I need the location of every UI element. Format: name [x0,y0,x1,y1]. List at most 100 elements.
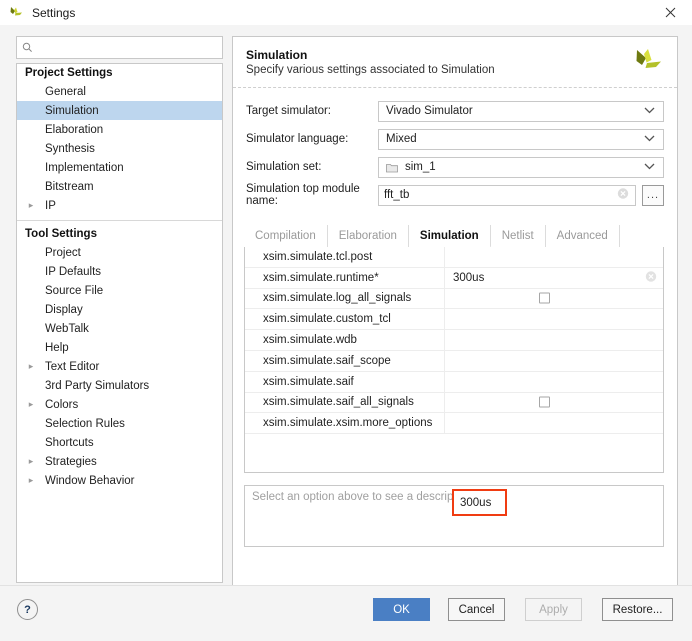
field-target-simulator: Target simulator: Vivado Simulator [246,100,664,122]
simulator-language-dropdown[interactable]: Mixed [378,128,664,150]
simulation-set-dropdown[interactable]: sim_1 [378,156,664,178]
chevron-right-icon: ▸ [25,181,37,192]
table-row[interactable]: xsim.simulate.saif [245,371,663,393]
property-value-cell[interactable] [444,309,663,330]
sidebar-item-label: WebTalk [45,322,89,335]
table-row[interactable]: xsim.simulate.saif_all_signals [245,392,663,414]
log-all-signals-checkbox[interactable] [539,292,550,304]
sidebar-item-text-editor[interactable]: ▸ Text Editor [17,357,222,376]
ok-button[interactable]: OK [373,598,430,621]
chevron-right-icon: ▸ [25,304,37,315]
clear-circle-icon[interactable] [617,188,629,203]
property-value-cell[interactable]: 300us [444,267,663,288]
sidebar-item-webtalk[interactable]: ▸ WebTalk [17,319,222,338]
sidebar-item-colors[interactable]: ▸ Colors [17,395,222,414]
tab-compilation[interactable]: Compilation [244,225,328,247]
sidebar-item-bitstream[interactable]: ▸ Bitstream [17,177,222,196]
chevron-right-icon[interactable]: ▸ [25,200,37,211]
table-row[interactable]: xsim.simulate.runtime* 300us [245,267,663,289]
sidebar-item-label: Implementation [45,161,124,174]
chevron-right-icon[interactable]: ▸ [25,361,37,372]
property-value-cell[interactable] [444,413,663,434]
sidebar-item-elaboration[interactable]: ▸ Elaboration [17,120,222,139]
panel-subtitle: Specify various settings associated to S… [246,64,495,76]
saif-all-signals-checkbox[interactable] [539,396,550,408]
sidebar-item-shortcuts[interactable]: ▸ Shortcuts [17,433,222,452]
sidebar-item-source-file[interactable]: ▸ Source File [17,281,222,300]
sidebar-item-help[interactable]: ▸ Help [17,338,222,357]
property-value-cell[interactable] [444,392,663,413]
tree-group-project-settings: Project Settings [25,67,113,79]
property-name: xsim.simulate.saif_scope [263,354,391,367]
chevron-right-icon: ▸ [25,247,37,258]
sidebar-item-selection-rules[interactable]: ▸ Selection Rules [17,414,222,433]
chevron-right-icon: ▸ [25,418,37,429]
target-simulator-value: Vivado Simulator [386,105,473,117]
tab-netlist[interactable]: Netlist [491,225,546,247]
sidebar-item-label: Strategies [45,455,97,468]
sidebar-item-label: Bitstream [45,180,94,193]
table-row[interactable]: xsim.simulate.wdb [245,330,663,351]
simulation-top-module-input[interactable]: fft_tb [378,184,636,206]
settings-sidebar: Project Settings ▸ General ▸ Simulation … [16,36,223,585]
chevron-right-icon[interactable]: ▸ [25,475,37,486]
tree-divider [17,220,222,221]
simulation-top-module-value: fft_tb [384,189,410,201]
description-text: Select an option above to see a descript… [252,491,494,503]
tab-elaboration[interactable]: Elaboration [328,225,409,247]
sidebar-item-window-behavior[interactable]: ▸ Window Behavior [17,471,222,490]
sidebar-item-label: Synthesis [45,142,95,155]
table-row[interactable]: xsim.simulate.saif_scope [245,350,663,372]
sidebar-item-label: Window Behavior [45,474,135,487]
restore-button[interactable]: Restore... [602,598,673,621]
sidebar-item-project[interactable]: ▸ Project [17,243,222,262]
field-simulation-set: Simulation set: sim_1 [246,156,664,178]
sidebar-item-general[interactable]: ▸ General [17,82,222,101]
close-icon[interactable] [648,0,692,25]
cancel-button[interactable]: Cancel [448,598,505,621]
sidebar-item-implementation[interactable]: ▸ Implementation [17,158,222,177]
table-row[interactable]: xsim.simulate.log_all_signals [245,288,663,310]
property-value-cell[interactable] [444,371,663,392]
sidebar-item-synthesis[interactable]: ▸ Synthesis [17,139,222,158]
sidebar-item-label: IP Defaults [45,265,102,278]
chevron-right-icon: ▸ [25,285,37,296]
sidebar-item-3rd-party-simulators[interactable]: ▸ 3rd Party Simulators [17,376,222,395]
sidebar-item-display[interactable]: ▸ Display [17,300,222,319]
sidebar-item-label: General [45,85,86,98]
chevron-right-icon: ▸ [25,437,37,448]
tab-bar: Compilation Elaboration Simulation Netli… [244,225,664,248]
property-value-cell[interactable] [444,288,663,309]
property-value-cell[interactable] [444,350,663,371]
chevron-right-icon: ▸ [25,162,37,173]
sidebar-item-simulation[interactable]: ▸ Simulation [17,101,222,120]
sidebar-item-ip-defaults[interactable]: ▸ IP Defaults [17,262,222,281]
browse-top-module-button[interactable]: ... [642,184,664,206]
vivado-pinwheel-icon [631,45,665,79]
search-input[interactable] [36,41,206,54]
table-row[interactable]: xsim.simulate.tcl.post [245,247,663,268]
tab-simulation[interactable]: Simulation [408,225,491,248]
chevron-right-icon: ▸ [25,86,37,97]
property-name: xsim.simulate.tcl.post [263,250,373,263]
clear-circle-icon[interactable] [645,270,657,285]
property-table[interactable]: xsim.simulate.tcl.post xsim.simulate.run… [244,247,664,473]
target-simulator-dropdown[interactable]: Vivado Simulator [378,100,664,122]
table-row[interactable]: xsim.simulate.xsim.more_options [245,413,663,435]
chevron-right-icon: ▸ [25,323,37,334]
settings-tree[interactable]: Project Settings ▸ General ▸ Simulation … [16,63,223,583]
chevron-right-icon[interactable]: ▸ [25,399,37,410]
search-box[interactable] [16,36,223,59]
help-button[interactable]: ? [17,599,38,620]
property-value-cell[interactable] [444,247,663,267]
sidebar-item-label: Help [45,341,69,354]
chevron-right-icon[interactable]: ▸ [25,456,37,467]
chevron-right-icon: ▸ [25,105,37,116]
property-name: xsim.simulate.wdb [263,334,357,347]
sidebar-item-ip[interactable]: ▸ IP [17,196,222,215]
table-row[interactable]: xsim.simulate.custom_tcl [245,309,663,331]
sidebar-item-strategies[interactable]: ▸ Strategies [17,452,222,471]
tab-bar-filler [620,225,664,247]
tab-advanced[interactable]: Advanced [546,225,620,247]
property-value-cell[interactable] [444,330,663,350]
